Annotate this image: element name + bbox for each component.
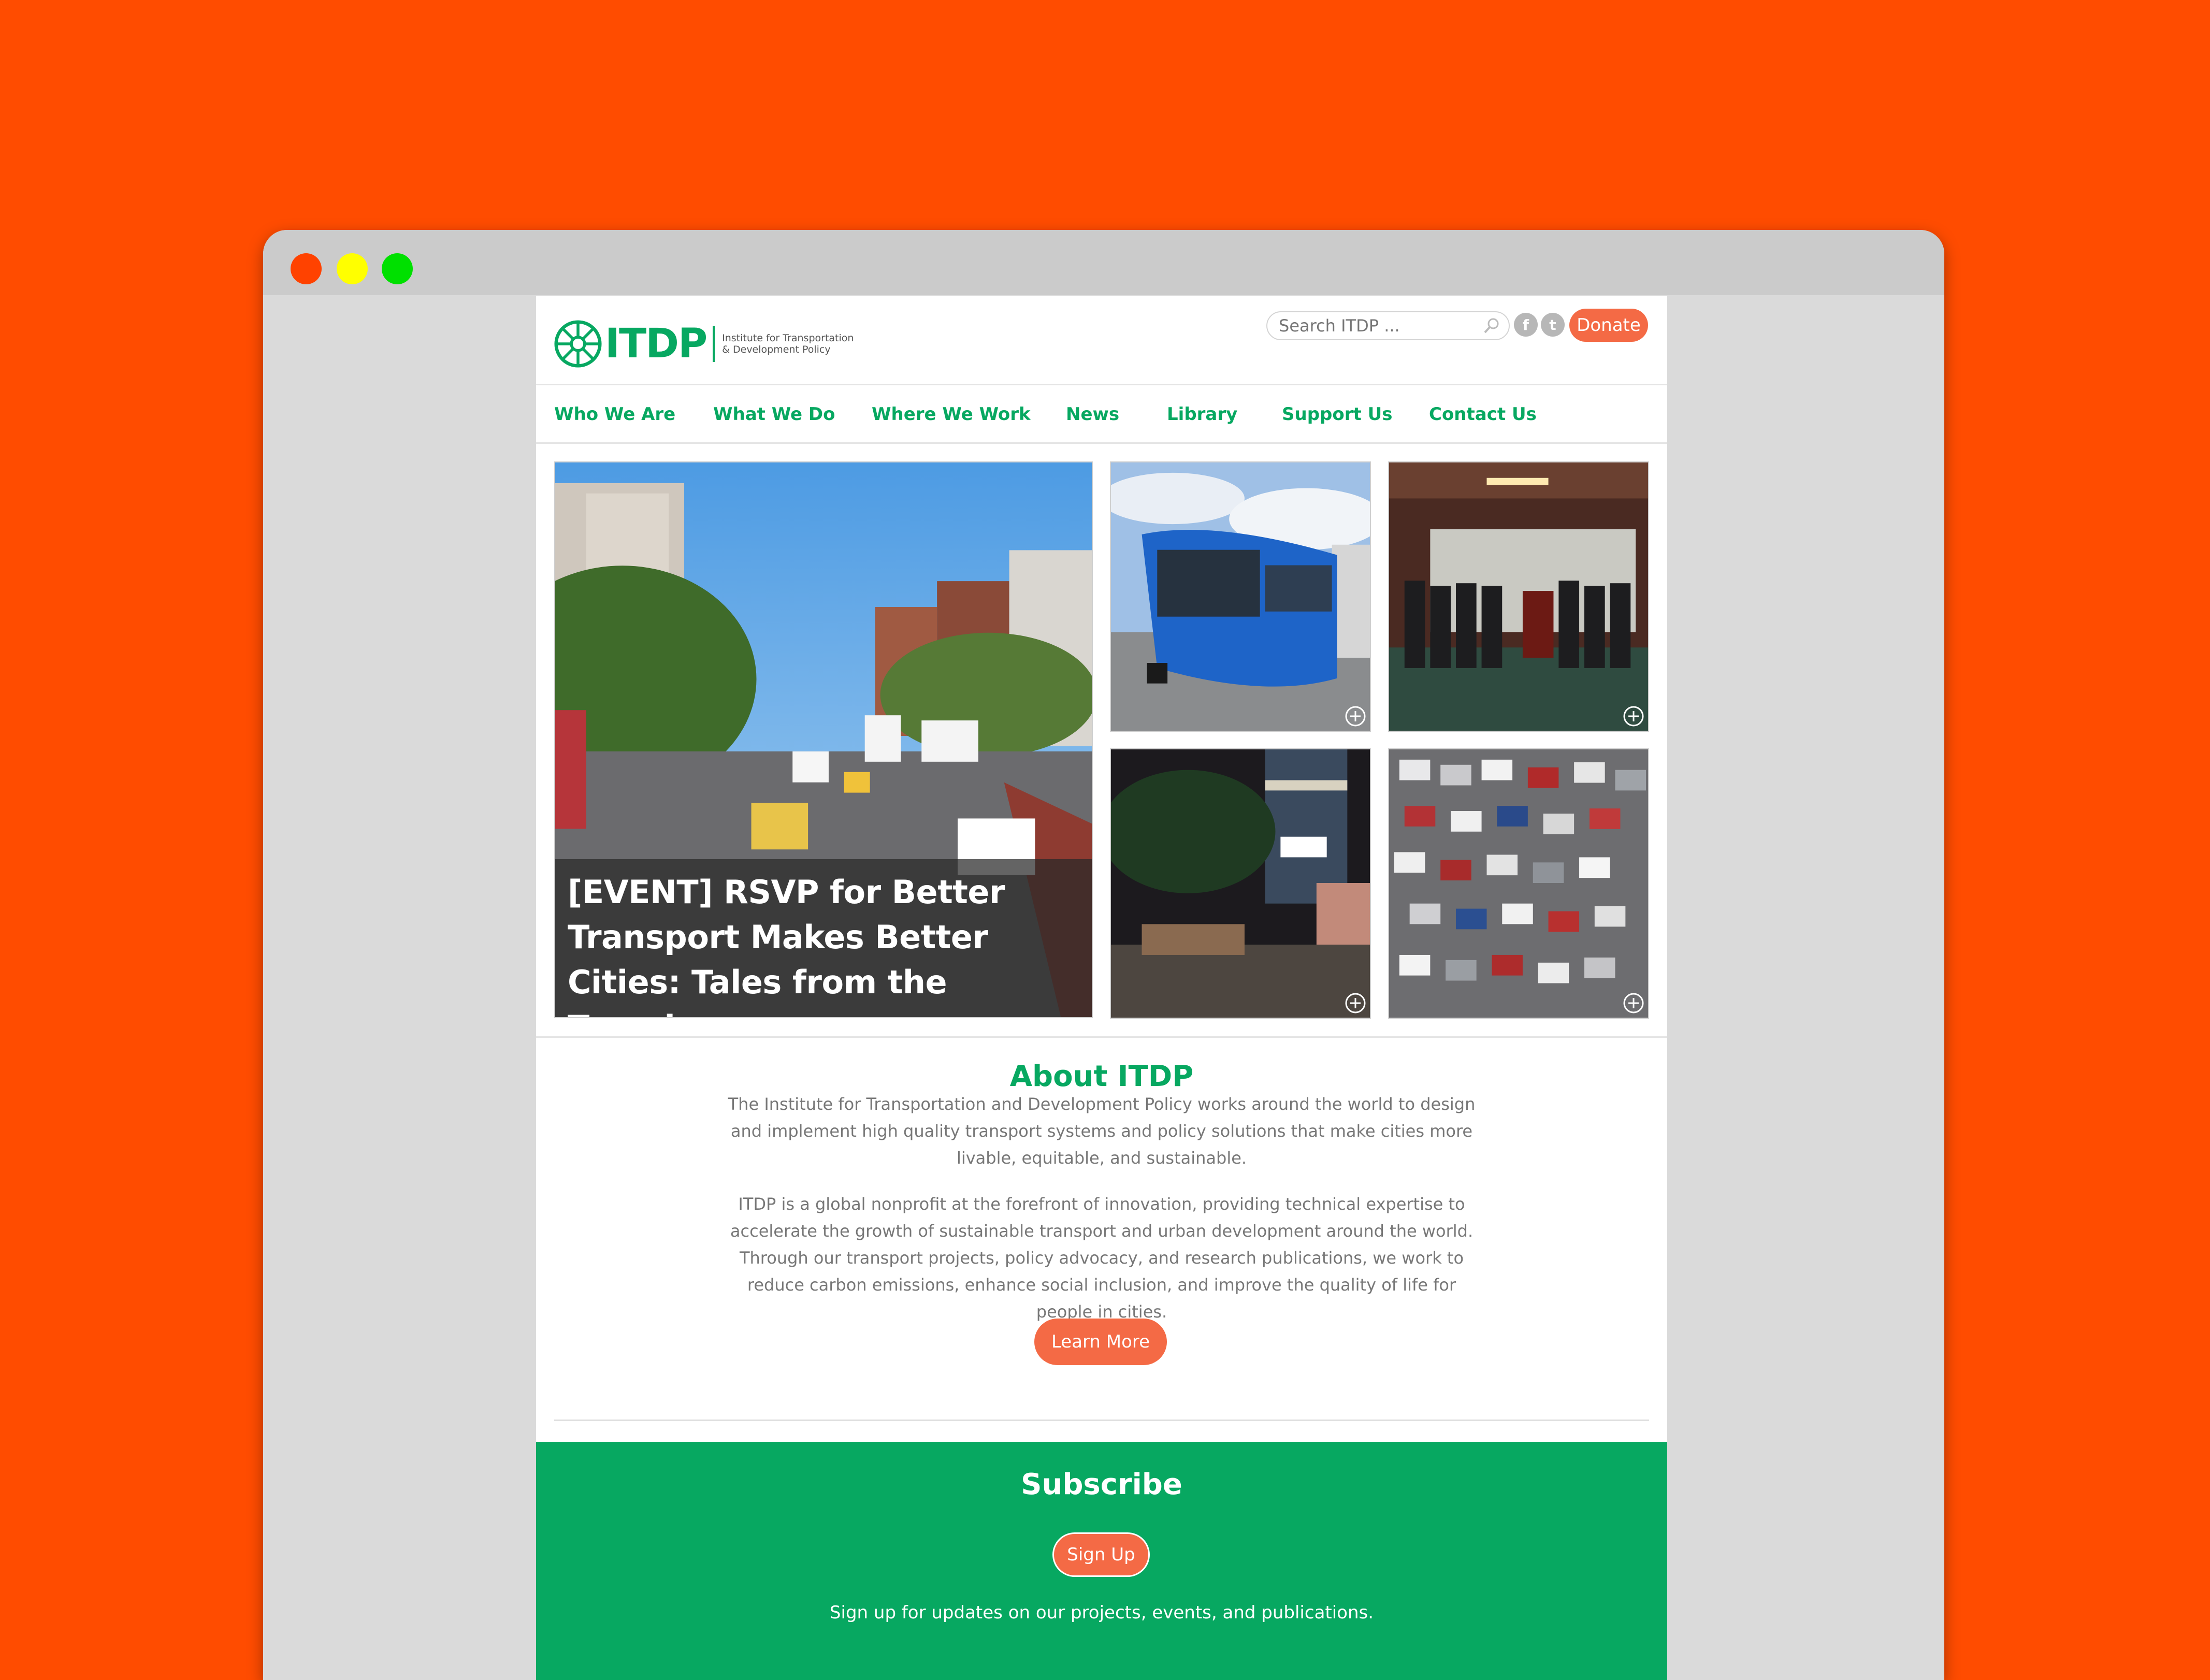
about-paragraph-1: The Institute for Transportation and Dev… <box>728 1094 1476 1168</box>
nav-where-we-work[interactable]: Where We Work <box>872 404 1031 425</box>
itdp-star-logo-icon <box>554 320 602 368</box>
subscribe-title: Subscribe <box>1021 1468 1182 1501</box>
nav-what-we-do[interactable]: What We Do <box>713 404 835 425</box>
about-paragraph-2: ITDP is a global nonprofit at the forefr… <box>730 1194 1474 1322</box>
expand-icon[interactable] <box>1622 992 1645 1015</box>
window-titlebar <box>263 230 1944 295</box>
nav-news[interactable]: News <box>1066 404 1119 425</box>
close-window-button[interactable] <box>291 253 322 284</box>
gallery-tile-parking-lot[interactable] <box>1388 748 1649 1019</box>
featured-story-title[interactable]: [EVENT] RSVP for Better Transport Makes … <box>568 870 1079 1017</box>
gallery-tile-bus[interactable] <box>1110 461 1371 732</box>
subscribe-text: Sign up for updates on our projects, eve… <box>829 1602 1374 1623</box>
nav-who-we-are[interactable]: Who We Are <box>554 404 675 425</box>
logo-wordmark: ITDP <box>605 320 707 367</box>
search-input[interactable] <box>1278 315 1482 336</box>
web-page: ITDP Institute for Transportation & Deve… <box>536 296 1667 1680</box>
search-box <box>1266 311 1510 340</box>
nav-support-us[interactable]: Support Us <box>1282 404 1392 425</box>
logo-subtitle: Institute for Transportation & Developme… <box>722 332 854 355</box>
featured-story-tile[interactable]: [EVENT] RSVP for Better Transport Makes … <box>554 461 1093 1018</box>
facebook-icon[interactable]: f <box>1514 313 1538 337</box>
search-icon[interactable] <box>1483 317 1500 335</box>
subscribe-section: Subscribe Sign Up Sign up for updates on… <box>536 1442 1667 1680</box>
nav-library[interactable]: Library <box>1167 404 1237 425</box>
minimize-window-button[interactable] <box>337 253 368 284</box>
parking-lot-photo <box>1389 749 1648 1018</box>
section-divider <box>536 1036 1667 1038</box>
site-header: ITDP Institute for Transportation & Deve… <box>536 296 1667 385</box>
browser-window: ITDP Institute for Transportation & Deve… <box>263 230 1944 1680</box>
featured-story-caption: [EVENT] RSVP for Better Transport Makes … <box>555 859 1092 1017</box>
expand-icon[interactable] <box>1344 705 1367 728</box>
night-street-photo <box>1111 749 1370 1018</box>
learn-more-button[interactable]: Learn More <box>1034 1319 1167 1365</box>
nav-contact-us[interactable]: Contact Us <box>1429 404 1537 425</box>
gallery-tile-night-street[interactable] <box>1110 748 1371 1019</box>
site-logo[interactable]: ITDP Institute for Transportation & Deve… <box>554 319 857 368</box>
maximize-window-button[interactable] <box>382 253 413 284</box>
expand-icon[interactable] <box>1622 705 1645 728</box>
twitter-icon[interactable]: t <box>1541 313 1565 337</box>
expand-icon[interactable] <box>1344 992 1367 1015</box>
bus-photo <box>1111 462 1370 731</box>
press-event-photo <box>1389 462 1648 731</box>
content-divider <box>554 1420 1649 1421</box>
main-navigation: Who We Are What We Do Where We Work News… <box>536 385 1667 444</box>
gallery-tile-press-event[interactable] <box>1388 461 1649 732</box>
sign-up-button[interactable]: Sign Up <box>1052 1532 1150 1577</box>
about-title: About ITDP <box>1009 1060 1194 1093</box>
donate-button[interactable]: Donate <box>1569 309 1648 342</box>
logo-divider <box>713 325 715 362</box>
